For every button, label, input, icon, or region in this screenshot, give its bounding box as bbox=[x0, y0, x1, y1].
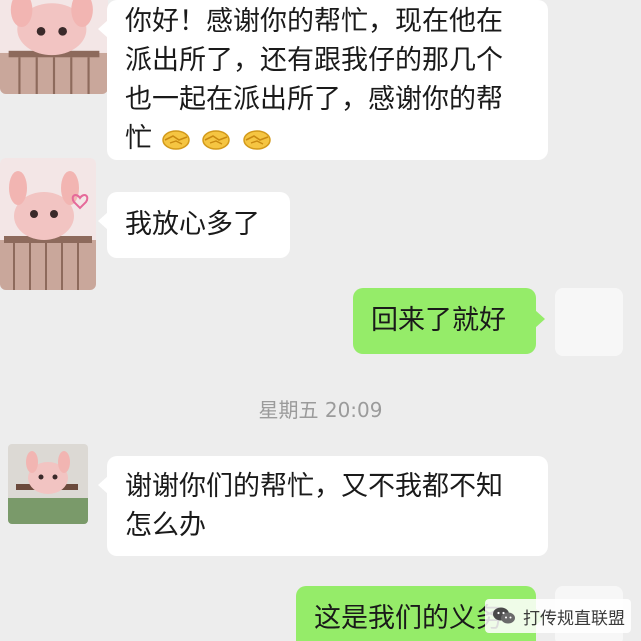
handshake-icon bbox=[243, 130, 271, 150]
handshake-icon bbox=[202, 130, 230, 150]
contact-avatar[interactable] bbox=[0, 158, 96, 290]
message-line: 派出所了，还有跟我仔的那几个 bbox=[125, 45, 503, 76]
message-bubble-incoming[interactable]: 谢谢你们的帮忙，又不我都不知 怎么办 bbox=[98, 456, 548, 556]
watermark-text: 打传规直联盟 bbox=[523, 608, 625, 629]
pink-bunny-avatar-icon bbox=[8, 444, 88, 524]
message-bubble-incoming[interactable]: 我放心多了 bbox=[98, 192, 290, 258]
message-bubble-outgoing[interactable]: 回来了就好 bbox=[353, 288, 545, 354]
pink-bunny-avatar-icon bbox=[0, 158, 96, 290]
message-line: 也一起在派出所了，感谢你的帮 bbox=[125, 84, 503, 115]
message-timestamp: 星期五 20:09 bbox=[258, 398, 383, 422]
message-line: 谢谢你们的帮忙，又不我都不知 bbox=[125, 471, 503, 502]
message-line: 你好！感谢你的帮忙，现在他在 bbox=[125, 6, 503, 37]
message-line: 忙 bbox=[125, 123, 152, 154]
message-text: 我放心多了 bbox=[125, 209, 260, 240]
message-line: 怎么办 bbox=[125, 510, 206, 541]
contact-avatar[interactable] bbox=[0, 0, 108, 94]
message-text: 回来了就好 bbox=[371, 305, 506, 336]
contact-avatar[interactable] bbox=[8, 444, 88, 524]
watermark: 打传规直联盟 bbox=[485, 599, 631, 633]
handshake-icon bbox=[161, 130, 190, 150]
self-avatar[interactable] bbox=[555, 288, 623, 356]
message-bubble-incoming[interactable]: 你好！感谢你的帮忙，现在他在 派出所了，还有跟我仔的那几个 也一起在派出所了，感… bbox=[98, 0, 548, 163]
emoji-group bbox=[161, 124, 274, 163]
chat-window: 你好！感谢你的帮忙，现在他在 派出所了，还有跟我仔的那几个 也一起在派出所了，感… bbox=[0, 0, 641, 641]
message-text: 这是我们的义务 bbox=[314, 603, 503, 634]
pink-bunny-avatar-icon bbox=[0, 0, 108, 94]
wechat-icon bbox=[493, 607, 515, 624]
